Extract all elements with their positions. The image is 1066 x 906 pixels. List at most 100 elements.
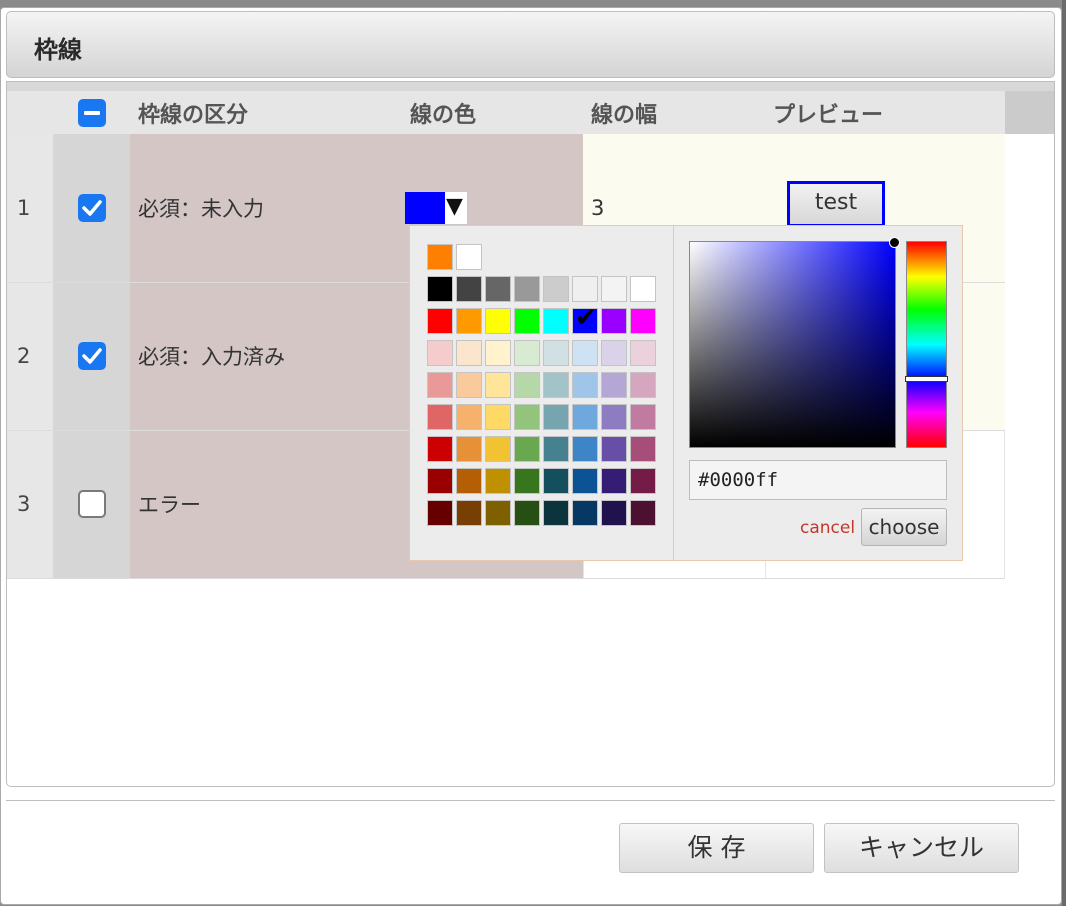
check-icon: [81, 348, 102, 364]
palette-swatch[interactable]: [543, 468, 569, 494]
palette-swatch[interactable]: [601, 436, 627, 462]
palette-swatch[interactable]: [630, 308, 656, 334]
palette-swatch[interactable]: [485, 276, 511, 302]
palette-swatch[interactable]: [630, 436, 656, 462]
dialog-titlebar: 枠線: [6, 11, 1055, 78]
palette-swatch[interactable]: [427, 436, 453, 462]
palette-swatch[interactable]: [456, 500, 482, 526]
palette-swatch[interactable]: [572, 340, 598, 366]
palette-swatch[interactable]: [456, 404, 482, 430]
palette-swatch[interactable]: [456, 276, 482, 302]
row-kind: エラー: [130, 430, 402, 578]
palette-swatch[interactable]: [630, 276, 656, 302]
palette-swatch[interactable]: [572, 404, 598, 430]
color-dropdown-button[interactable]: ▼: [404, 191, 468, 225]
hue-slider[interactable]: [905, 241, 948, 448]
palette-swatch[interactable]: ✔: [572, 303, 598, 334]
row-checkbox[interactable]: [77, 342, 106, 370]
row-checkbox-cell: [53, 134, 130, 282]
palette-swatch[interactable]: [543, 276, 569, 302]
palette-swatch[interactable]: [601, 372, 627, 398]
hue-handle[interactable]: [905, 376, 948, 382]
palette-swatch[interactable]: [572, 468, 598, 494]
palette-swatch[interactable]: [514, 276, 540, 302]
palette-swatch[interactable]: [601, 404, 627, 430]
palette-swatch[interactable]: [630, 468, 656, 494]
row-number: 1: [7, 134, 53, 282]
palette-swatch[interactable]: [514, 468, 540, 494]
sv-handle[interactable]: [889, 237, 900, 248]
palette-swatch[interactable]: [485, 468, 511, 494]
header-gutter: [1005, 91, 1054, 134]
row-kind: 必須：入力済み: [130, 282, 402, 430]
row-number: 3: [7, 430, 53, 578]
palette-swatch[interactable]: [485, 500, 511, 526]
palette-swatch[interactable]: [543, 340, 569, 366]
hex-input[interactable]: #0000ff: [689, 460, 947, 500]
header-rownum: [7, 91, 53, 134]
header-select-all[interactable]: [53, 91, 130, 134]
palette-swatch[interactable]: [514, 372, 540, 398]
palette-swatch[interactable]: [601, 340, 627, 366]
palette-swatch[interactable]: [514, 500, 540, 526]
palette-swatch[interactable]: [485, 372, 511, 398]
dialog-title: 枠線: [34, 36, 82, 64]
palette-swatch[interactable]: [427, 404, 453, 430]
row-checkbox[interactable]: [77, 490, 106, 518]
table-scrollbar-top: [7, 82, 1054, 91]
palette-swatch[interactable]: [456, 340, 482, 366]
palette-swatch[interactable]: [427, 468, 453, 494]
palette-swatch[interactable]: [514, 340, 540, 366]
palette-swatch[interactable]: [601, 308, 627, 334]
palette-swatch[interactable]: [485, 436, 511, 462]
palette-swatch[interactable]: [427, 500, 453, 526]
palette-swatch[interactable]: [601, 500, 627, 526]
palette-swatch[interactable]: [630, 404, 656, 430]
palette-swatch[interactable]: [485, 340, 511, 366]
palette-swatch[interactable]: [572, 276, 598, 302]
palette-swatch[interactable]: [514, 404, 540, 430]
palette-swatch[interactable]: [601, 468, 627, 494]
palette-swatch[interactable]: [572, 500, 598, 526]
palette-swatch[interactable]: [456, 468, 482, 494]
cancel-button[interactable]: キャンセル: [824, 823, 1019, 873]
palette-swatch[interactable]: [601, 276, 627, 302]
palette-swatch[interactable]: [572, 372, 598, 398]
palette-swatch[interactable]: [427, 308, 453, 334]
palette-swatch[interactable]: [514, 436, 540, 462]
save-button[interactable]: 保 存: [619, 823, 814, 873]
row-checkbox-cell: [53, 430, 130, 578]
select-all-checkbox[interactable]: [77, 98, 106, 127]
row-checkbox[interactable]: [77, 194, 106, 222]
picker-cancel-link[interactable]: cancel: [800, 518, 855, 538]
palette-swatch[interactable]: [456, 244, 482, 270]
palette-swatch[interactable]: [543, 372, 569, 398]
palette-swatch[interactable]: [543, 500, 569, 526]
palette-swatch[interactable]: [543, 436, 569, 462]
palette-swatch[interactable]: [456, 372, 482, 398]
header-preview: プレビュー: [765, 91, 1005, 134]
palette-swatch[interactable]: [543, 404, 569, 430]
check-icon: [81, 200, 102, 216]
palette-swatch[interactable]: [630, 500, 656, 526]
saturation-value-area[interactable]: [689, 237, 900, 448]
palette-swatch[interactable]: [456, 308, 482, 334]
palette-swatch[interactable]: [427, 276, 453, 302]
preview-sample: test: [787, 181, 885, 227]
palette-swatch[interactable]: [630, 340, 656, 366]
palette-swatch[interactable]: [485, 404, 511, 430]
palette-swatch[interactable]: [630, 372, 656, 398]
palette-swatch[interactable]: [427, 244, 453, 270]
row-number: 2: [7, 282, 53, 430]
palette-swatch[interactable]: [427, 340, 453, 366]
dropdown-triangle-icon: ▼: [446, 194, 463, 219]
palette-swatch[interactable]: [572, 436, 598, 462]
picker-choose-button[interactable]: choose: [861, 508, 947, 546]
palette-swatch[interactable]: [514, 308, 540, 334]
row-checkbox-cell: [53, 282, 130, 430]
palette-swatch[interactable]: [456, 436, 482, 462]
palette-swatch[interactable]: [427, 372, 453, 398]
row-kind: 必須：未入力: [130, 134, 402, 282]
palette-swatch[interactable]: [543, 308, 569, 334]
palette-swatch[interactable]: [485, 308, 511, 334]
